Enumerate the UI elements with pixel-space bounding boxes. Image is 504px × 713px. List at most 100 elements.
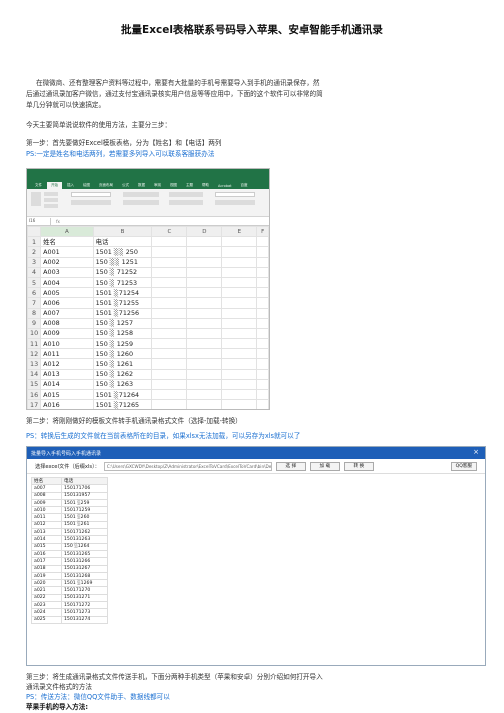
cell-phone[interactable]: 150 ░░ 1251 <box>92 256 153 268</box>
cell-name[interactable]: A016 <box>40 399 94 409</box>
cell-phone[interactable]: 150 ░ 71253 <box>92 276 153 289</box>
row-number[interactable]: 14 <box>27 368 42 380</box>
empty-cell[interactable] <box>151 368 188 380</box>
row-number[interactable]: 12 <box>27 348 42 360</box>
empty-cell[interactable] <box>221 236 258 248</box>
empty-cell[interactable] <box>256 378 269 391</box>
empty-cell[interactable] <box>186 276 223 289</box>
close-icon[interactable]: × <box>473 448 479 456</box>
ribbon-tab[interactable]: 百度 <box>237 182 252 189</box>
empty-cell[interactable] <box>151 378 188 391</box>
empty-cell[interactable] <box>186 307 223 319</box>
empty-cell[interactable] <box>256 246 269 258</box>
empty-cell[interactable] <box>151 236 188 248</box>
cell-name[interactable]: A003 <box>40 266 94 278</box>
qq-service-button[interactable]: QQ客服 <box>450 461 477 471</box>
empty-cell[interactable] <box>186 236 223 248</box>
empty-cell[interactable] <box>186 388 223 401</box>
cell-phone[interactable]: 150 ░ 1257 <box>92 317 153 329</box>
row-number[interactable]: 10 <box>27 327 42 340</box>
cell-phone[interactable]: 150 ░ 1262 <box>92 368 153 380</box>
row-number[interactable]: 1 <box>27 236 42 248</box>
cell-name[interactable]: A008 <box>40 317 94 329</box>
empty-cell[interactable] <box>151 317 188 329</box>
list-item[interactable]: a022 150131271 <box>31 593 108 603</box>
cell-phone[interactable]: 150 ░ 1258 <box>92 327 153 340</box>
cell-phone[interactable]: 150 ░ 71252 <box>92 266 153 278</box>
cell-phone[interactable]: 150 ░ 1260 <box>92 348 153 360</box>
ribbon-tab[interactable]: 主题 <box>182 182 197 189</box>
list-item[interactable]: a010 150171259 <box>31 506 108 515</box>
row-number[interactable]: 6 <box>27 287 42 299</box>
cell-name[interactable]: A012 <box>40 358 94 370</box>
empty-cell[interactable] <box>221 399 258 409</box>
empty-cell[interactable] <box>256 327 269 340</box>
cell-name[interactable]: A010 <box>40 338 94 350</box>
cell-phone[interactable]: 1501 ░71265 <box>92 399 153 409</box>
empty-cell[interactable] <box>256 236 269 248</box>
empty-cell[interactable] <box>256 388 269 401</box>
ribbon-tab[interactable]: 插入 <box>63 182 78 189</box>
list-item[interactable]: a019 150131268 <box>31 571 108 581</box>
empty-cell[interactable] <box>151 297 188 309</box>
empty-cell[interactable] <box>256 399 269 409</box>
cell-phone[interactable]: 150 ░ 1259 <box>92 338 153 350</box>
cell-name[interactable]: A005 <box>40 287 94 299</box>
cell-name[interactable]: A014 <box>40 378 94 391</box>
empty-cell[interactable] <box>151 358 188 370</box>
empty-cell[interactable] <box>256 317 269 329</box>
empty-cell[interactable] <box>151 276 188 289</box>
cell-name[interactable]: A004 <box>40 276 94 289</box>
empty-cell[interactable] <box>151 246 188 258</box>
column-header[interactable]: B <box>92 225 153 238</box>
cell-phone[interactable]: 1501 ░71256 <box>92 307 153 319</box>
empty-cell[interactable] <box>221 388 258 401</box>
empty-cell[interactable] <box>151 338 188 350</box>
cell-name[interactable]: A002 <box>40 256 94 268</box>
list-item[interactable]: a016 150131265 <box>31 549 108 559</box>
list-item[interactable]: a018 150131267 <box>31 564 108 573</box>
list-item[interactable]: a014 150131263 <box>31 535 108 544</box>
list-item[interactable]: a025 150131274 <box>31 615 108 624</box>
empty-cell[interactable] <box>256 338 269 350</box>
empty-cell[interactable] <box>186 348 223 360</box>
cell-phone[interactable]: 150 ░ 1261 <box>92 358 153 370</box>
list-item[interactable]: a021 150171270 <box>31 586 108 595</box>
empty-cell[interactable] <box>186 358 223 370</box>
name-box[interactable]: I16 <box>27 217 51 225</box>
empty-cell[interactable] <box>186 378 223 391</box>
cell-phone[interactable]: 1501 ░71254 <box>92 287 153 299</box>
empty-cell[interactable] <box>151 348 188 360</box>
empty-cell[interactable] <box>186 317 223 329</box>
empty-cell[interactable] <box>221 317 258 329</box>
cell-phone[interactable]: 150 ░ 1263 <box>92 378 153 391</box>
empty-cell[interactable] <box>256 368 269 380</box>
row-number[interactable]: 5 <box>27 276 42 289</box>
ribbon-tab-active[interactable]: 开始 <box>47 182 62 189</box>
load-button[interactable]: 加 载 <box>309 461 340 471</box>
ribbon-tab[interactable]: 视图 <box>166 182 181 189</box>
empty-cell[interactable] <box>186 266 223 278</box>
cell-name[interactable]: A011 <box>40 348 94 360</box>
empty-cell[interactable] <box>151 327 188 340</box>
list-item[interactable]: a024 150171273 <box>31 608 108 617</box>
list-item[interactable]: a023 150171272 <box>31 601 108 610</box>
ribbon-tab[interactable]: 文件 <box>31 182 46 189</box>
cell-name[interactable]: A013 <box>40 368 94 380</box>
empty-cell[interactable] <box>256 348 269 360</box>
list-item[interactable]: a013 150171262 <box>31 528 108 537</box>
empty-cell[interactable] <box>186 256 223 268</box>
empty-cell[interactable] <box>221 338 258 350</box>
empty-cell[interactable] <box>256 307 269 319</box>
row-number[interactable]: 13 <box>27 358 42 370</box>
empty-cell[interactable] <box>256 256 269 268</box>
list-item[interactable]: a020 1501 ░1269 <box>31 579 108 588</box>
empty-cell[interactable] <box>151 307 188 319</box>
list-item[interactable]: a008 150131957 <box>31 491 108 500</box>
empty-cell[interactable] <box>221 327 258 340</box>
cell-name[interactable]: A001 <box>40 246 94 258</box>
row-number[interactable]: 2 <box>27 246 42 258</box>
ribbon-tab[interactable]: 绘图 <box>79 182 94 189</box>
ribbon-tab[interactable]: 页面布局 <box>95 182 117 189</box>
row-number[interactable]: 11 <box>27 338 42 350</box>
